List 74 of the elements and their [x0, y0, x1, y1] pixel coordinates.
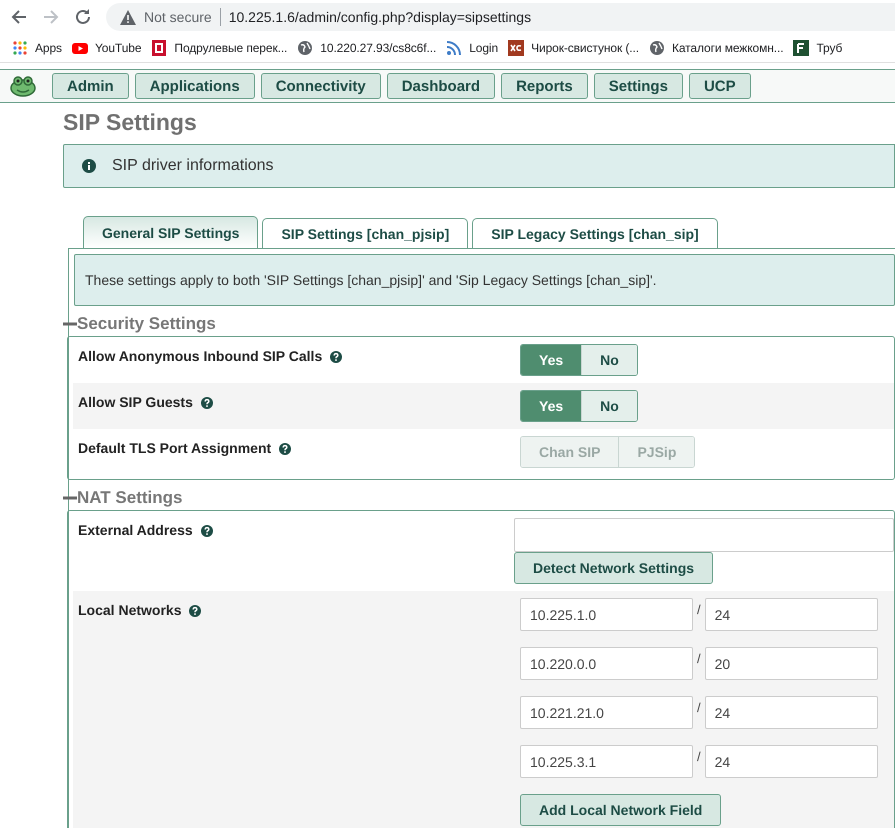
- setting-label: Allow Anonymous Inbound SIP Calls: [78, 348, 322, 364]
- nav-menu-button[interactable]: Settings: [594, 73, 683, 99]
- bookmark-item[interactable]: 10.220.27.93/cs8c6f...: [297, 40, 436, 56]
- section-header[interactable]: NAT Settings: [63, 486, 895, 510]
- address-bar[interactable]: Not secure 10.225.1.6/admin/config.php?display=sipsettings: [106, 3, 895, 31]
- add-network-button[interactable]: Add Local Network Field: [520, 794, 722, 826]
- nav-menu-button[interactable]: Dashboard: [386, 73, 496, 99]
- toggle-option[interactable]: Yes: [521, 391, 582, 421]
- play-icon: [72, 40, 88, 56]
- back-arrow-icon[interactable]: [10, 8, 28, 26]
- frog-logo-icon[interactable]: [10, 75, 36, 97]
- network-address-input[interactable]: 10.225.3.1: [520, 745, 693, 778]
- settings-tab[interactable]: General SIP Settings: [83, 216, 258, 248]
- bookmark-item[interactable]: YouTube: [72, 40, 142, 56]
- toggle-option: Chan SIP: [521, 437, 618, 467]
- globe-icon: [297, 40, 314, 56]
- help-icon[interactable]: [200, 397, 213, 409]
- nav-menu-button[interactable]: Applications: [134, 73, 255, 99]
- apps-grid-icon: [12, 40, 28, 56]
- help-icon[interactable]: [279, 443, 292, 455]
- collapse-icon: [63, 320, 77, 328]
- bookmark-item[interactable]: Apps: [12, 40, 62, 56]
- feed-icon: [446, 40, 462, 56]
- setting-label: Allow SIP Guests: [78, 394, 193, 410]
- help-icon[interactable]: [330, 351, 342, 363]
- nav-menu-button[interactable]: Connectivity: [260, 73, 381, 99]
- url-text: 10.225.1.6/admin/config.php?display=sipsettings: [228, 9, 532, 25]
- setting-label: Local Networks: [78, 602, 182, 618]
- collapse-icon: [63, 494, 77, 502]
- site-logo-icon: [151, 40, 168, 56]
- info-note: These settings apply to both 'SIP Settings [chan_pjsip]' and 'Sip Legacy Settings [chan_sip]'.: [74, 254, 895, 306]
- nav-menu-button[interactable]: Reports: [501, 73, 588, 99]
- toggle-switch[interactable]: Yes No: [520, 344, 638, 376]
- reload-icon[interactable]: [74, 8, 92, 26]
- toggle-option[interactable]: No: [581, 345, 637, 375]
- toggle-switch[interactable]: Yes No: [520, 390, 638, 422]
- nav-menu-button[interactable]: UCP: [688, 73, 751, 99]
- cidr-input[interactable]: 24: [704, 745, 878, 778]
- settings-tab[interactable]: SIP Legacy Settings [chan_sip]: [472, 218, 718, 248]
- cidr-input[interactable]: 20: [704, 647, 878, 680]
- help-icon[interactable]: [200, 525, 213, 537]
- site-logo-icon: [793, 40, 810, 56]
- network-address-input[interactable]: 10.221.21.0: [520, 696, 693, 729]
- warning-icon: [120, 10, 136, 24]
- bookmark-item[interactable]: Каталоги межкомн...: [648, 40, 784, 56]
- help-icon[interactable]: [189, 605, 202, 617]
- cidr-input[interactable]: 24: [704, 598, 878, 631]
- toggle-option[interactable]: No: [581, 391, 637, 421]
- network-address-input[interactable]: 10.225.1.0: [520, 598, 693, 631]
- bookmark-item[interactable]: Подрулевые перек...: [151, 40, 288, 56]
- toggle-option: PJSip: [618, 437, 694, 467]
- info-icon: [82, 159, 96, 173]
- detect-network-button[interactable]: Detect Network Settings: [514, 552, 714, 584]
- settings-tab[interactable]: SIP Settings [chan_pjsip]: [262, 218, 468, 248]
- slash-separator: /: [697, 748, 701, 764]
- bookmark-item[interactable]: Login: [446, 40, 498, 56]
- security-status: Not secure: [144, 9, 212, 25]
- slash-separator: /: [697, 699, 701, 715]
- page-title: SIP Settings: [63, 109, 197, 136]
- setting-label: Default TLS Port Assignment: [78, 440, 272, 456]
- nav-menu-button[interactable]: Admin: [52, 73, 129, 99]
- bookmark-item[interactable]: Чирок-свистунок (...: [508, 40, 639, 56]
- slash-separator: /: [697, 650, 701, 666]
- network-address-input[interactable]: 10.220.0.0: [520, 647, 693, 680]
- setting-label: External Address: [78, 522, 193, 538]
- text-input[interactable]: [514, 518, 894, 552]
- section-header[interactable]: Security Settings: [63, 312, 895, 336]
- info-alert[interactable]: SIP driver informations: [63, 144, 895, 188]
- toggle-option[interactable]: Yes: [521, 345, 582, 375]
- site-logo-icon: [508, 40, 524, 56]
- slash-separator: /: [697, 601, 701, 617]
- globe-icon: [648, 40, 665, 56]
- bookmark-item[interactable]: Труб: [793, 40, 842, 56]
- cidr-input[interactable]: 24: [704, 696, 878, 729]
